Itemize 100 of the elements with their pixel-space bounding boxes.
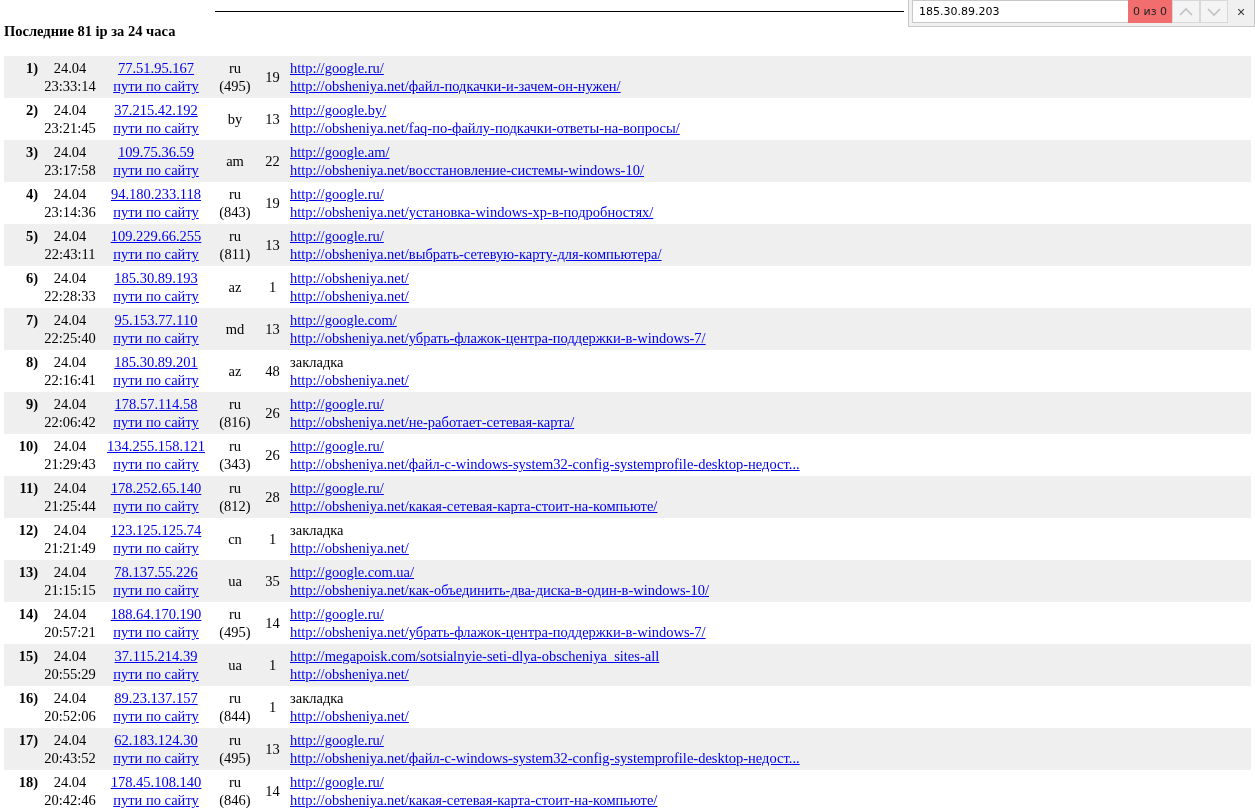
site-paths-link[interactable]: пути по сайту (113, 749, 199, 767)
page-link[interactable]: http://obsheniya.net/ (290, 707, 409, 725)
referrer-link[interactable]: http://google.ru/ (290, 605, 384, 623)
referrer-link[interactable]: http://google.ru/ (290, 59, 384, 77)
referrer-link[interactable]: http://google.ru/ (290, 185, 384, 203)
region-code: (495) (219, 77, 251, 95)
referrer-link[interactable]: http://google.am/ (290, 143, 390, 161)
page-link[interactable]: http://obsheniya.net/как-объединить-два-диска-в-один-в-windows-10/ (290, 581, 709, 599)
ip-link[interactable]: 178.252.65.140 (110, 479, 202, 497)
ip-link[interactable]: 134.255.158.121 (107, 437, 205, 455)
page-link[interactable]: http://obsheniya.net/убрать-флажок-центра-поддержки-в-windows-7/ (290, 623, 706, 641)
chevron-down-icon (1207, 7, 1221, 16)
page-link[interactable]: http://obsheniya.net/файл-c-windows-system32-config-systemprofile-desktop-недост... (290, 455, 800, 473)
site-paths-link[interactable]: пути по сайту (113, 203, 199, 221)
row-number: 8) (25, 354, 38, 370)
ip-link[interactable]: 185.30.89.193 (114, 269, 198, 287)
ip-link[interactable]: 78.137.55.226 (114, 563, 198, 581)
find-field[interactable]: 185.30.89.203 (912, 0, 1128, 23)
visit-date: 24.04 (53, 353, 87, 371)
page-link[interactable]: http://obsheniya.net/какая-сетевая-карта-стоит-на-компьюте/ (290, 497, 658, 515)
site-paths-link[interactable]: пути по сайту (113, 665, 199, 683)
ip-link[interactable]: 178.57.114.58 (114, 395, 198, 413)
page-link[interactable]: http://obsheniya.net/faq-по-файлу-подкачки-ответы-на-вопросы/ (290, 119, 680, 137)
referrer-link[interactable]: http://google.ru/ (290, 479, 384, 497)
page-link[interactable]: http://obsheniya.net/ (290, 287, 409, 305)
site-paths-link[interactable]: пути по сайту (113, 497, 199, 515)
referrer-link[interactable]: http://google.com/ (290, 311, 397, 329)
region-code: (844) (219, 707, 251, 725)
ip-link[interactable]: 37.215.42.192 (114, 101, 198, 119)
ip-link[interactable]: 109.75.36.59 (117, 143, 195, 161)
country-code: ru (228, 437, 242, 455)
country-code: md (225, 320, 245, 338)
site-paths-link[interactable]: пути по сайту (113, 245, 199, 263)
referrer-link[interactable]: http://google.ru/ (290, 437, 384, 455)
page-link[interactable]: http://obsheniya.net/ (290, 371, 409, 389)
visit-count: 19 (265, 69, 280, 85)
site-paths-link[interactable]: пути по сайту (113, 623, 199, 641)
row-number: 15) (18, 648, 38, 664)
site-paths-link[interactable]: пути по сайту (113, 371, 199, 389)
referrer-link[interactable]: http://google.ru/ (290, 731, 384, 749)
site-paths-link[interactable]: пути по сайту (113, 329, 199, 347)
visit-date: 24.04 (53, 395, 87, 413)
visit-count: 13 (265, 741, 280, 757)
row-number: 4) (25, 186, 38, 202)
page-link[interactable]: http://obsheniya.net/файл-c-windows-system32-config-systemprofile-desktop-недост... (290, 749, 800, 767)
visit-date: 24.04 (53, 437, 87, 455)
visit-date: 24.04 (53, 59, 87, 77)
page-link[interactable]: http://obsheniya.net/восстановление-системы-windows-10/ (290, 161, 644, 179)
ip-link[interactable]: 95.153.77.110 (114, 311, 198, 329)
close-button[interactable]: × (1228, 0, 1254, 23)
visit-date: 24.04 (53, 269, 87, 287)
site-paths-link[interactable]: пути по сайту (113, 455, 199, 473)
site-paths-link[interactable]: пути по сайту (113, 791, 199, 809)
country-code: ru (228, 689, 242, 707)
previous-match-button[interactable] (1172, 0, 1200, 23)
page-link[interactable]: http://obsheniya.net/файл-подкачки-и-зачем-он-нужен/ (290, 77, 621, 95)
referrer-text: закладка (290, 521, 344, 539)
site-paths-link[interactable]: пути по сайту (113, 161, 199, 179)
page-link[interactable]: http://obsheniya.net/не-работает-сетевая-карта/ (290, 413, 575, 431)
visit-count: 35 (265, 573, 280, 589)
ip-link[interactable]: 94.180.233.118 (110, 185, 202, 203)
referrer-link[interactable]: http://google.ru/ (290, 773, 384, 791)
ip-link[interactable]: 109.229.66.255 (110, 227, 202, 245)
page-link[interactable]: http://obsheniya.net/ (290, 665, 409, 683)
site-paths-link[interactable]: пути по сайту (113, 119, 199, 137)
site-paths-link[interactable]: пути по сайту (113, 707, 199, 725)
ip-link[interactable]: 185.30.89.201 (114, 353, 198, 371)
page-link[interactable]: http://obsheniya.net/какая-сетевая-карта-стоит-на-компьюте/ (290, 791, 658, 809)
visit-date: 24.04 (53, 731, 87, 749)
page-link[interactable]: http://obsheniya.net/убрать-флажок-центра-поддержки-в-windows-7/ (290, 329, 706, 347)
site-paths-link[interactable]: пути по сайту (113, 77, 199, 95)
visit-date: 24.04 (53, 143, 87, 161)
ip-link[interactable]: 123.125.125.74 (110, 521, 202, 539)
page-link[interactable]: http://obsheniya.net/выбрать-сетевую-карту-для-компьютера/ (290, 245, 662, 263)
referrer-link[interactable]: http://google.com.ua/ (290, 563, 415, 581)
visit-count: 22 (265, 153, 280, 169)
site-paths-link[interactable]: пути по сайту (113, 287, 199, 305)
site-paths-link[interactable]: пути по сайту (113, 539, 199, 557)
visit-count: 14 (265, 783, 280, 799)
ip-link[interactable]: 77.51.95.167 (117, 59, 195, 77)
visit-count: 28 (265, 489, 280, 505)
next-match-button[interactable] (1200, 0, 1228, 23)
visit-count: 48 (265, 363, 280, 379)
ip-link[interactable]: 62.183.124.30 (114, 731, 198, 749)
ip-link[interactable]: 89.23.137.157 (114, 689, 198, 707)
row-number: 2) (25, 102, 38, 118)
referrer-link[interactable]: http://google.by/ (290, 101, 387, 119)
site-paths-link[interactable]: пути по сайту (113, 581, 199, 599)
site-paths-link[interactable]: пути по сайту (113, 413, 199, 431)
referrer-link[interactable]: http://megapoisk.com/sotsialnyie-seti-dlya-obscheniya_sites-all (290, 647, 660, 665)
ip-link[interactable]: 178.45.108.140 (110, 773, 202, 791)
referrer-link[interactable]: http://google.ru/ (290, 227, 384, 245)
ip-link[interactable]: 37.115.214.39 (114, 647, 198, 665)
page-link[interactable]: http://obsheniya.net/ (290, 539, 409, 557)
page-link[interactable]: http://obsheniya.net/установка-windows-xp-в-подробностях/ (290, 203, 654, 221)
referrer-link[interactable]: http://obsheniya.net/ (290, 269, 409, 287)
referrer-link[interactable]: http://google.ru/ (290, 395, 384, 413)
ip-link[interactable]: 188.64.170.190 (110, 605, 202, 623)
region-code: (816) (219, 413, 251, 431)
country-code: cn (228, 530, 242, 548)
